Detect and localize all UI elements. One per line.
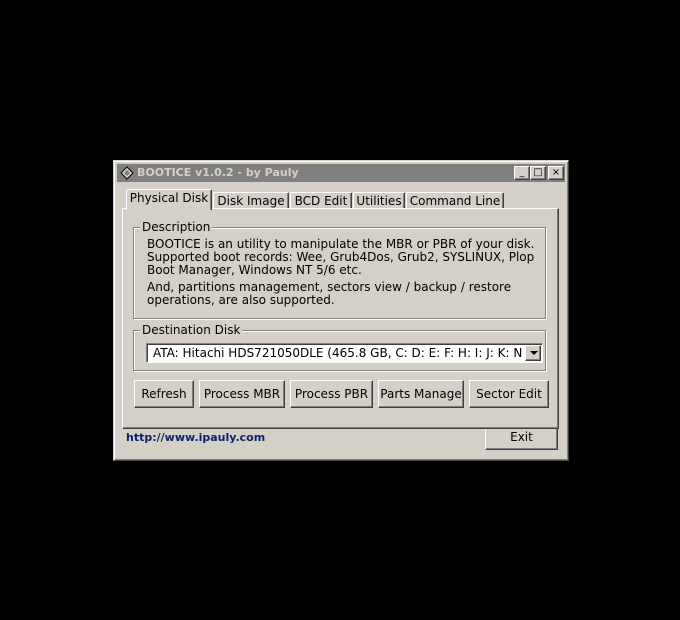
description-label: Description <box>140 220 213 234</box>
minimize-button[interactable]: _ <box>514 166 530 180</box>
website-link[interactable]: http://www.ipauly.com <box>126 431 265 444</box>
destination-disk-select[interactable]: ATA: Hitachi HDS721050DLE (465.8 GB, C: … <box>146 343 543 363</box>
description-line-3: Boot Manager, Windows NT 5/6 etc. <box>147 263 362 277</box>
process-pbr-button[interactable]: Process PBR <box>290 380 373 408</box>
close-button[interactable]: × <box>548 166 564 180</box>
title-bar[interactable]: BOOTICE v1.0.2 - by Pauly _ □ × <box>117 164 565 182</box>
app-icon <box>120 166 134 180</box>
refresh-button[interactable]: Refresh <box>134 380 194 408</box>
maximize-button[interactable]: □ <box>530 166 546 180</box>
window-title: BOOTICE v1.0.2 - by Pauly <box>137 166 299 179</box>
description-line-5: operations, are also supported. <box>147 293 335 307</box>
destination-disk-group: Destination Disk ATA: Hitachi HDS721050D… <box>133 323 546 371</box>
bootice-window: BOOTICE v1.0.2 - by Pauly _ □ × Physical… <box>113 160 569 461</box>
destination-disk-value: ATA: Hitachi HDS721050DLE (465.8 GB, C: … <box>153 346 523 360</box>
destination-disk-label: Destination Disk <box>140 323 243 337</box>
sector-edit-button[interactable]: Sector Edit <box>469 380 549 408</box>
process-mbr-button[interactable]: Process MBR <box>199 380 285 408</box>
description-group: Description BOOTICE is an utility to man… <box>133 220 546 319</box>
tab-physical-disk[interactable]: Physical Disk <box>126 189 212 210</box>
tab-panel-physical-disk: Description BOOTICE is an utility to man… <box>122 208 559 429</box>
parts-manage-button[interactable]: Parts Manage <box>378 380 464 408</box>
dropdown-arrow-icon[interactable] <box>525 345 541 361</box>
